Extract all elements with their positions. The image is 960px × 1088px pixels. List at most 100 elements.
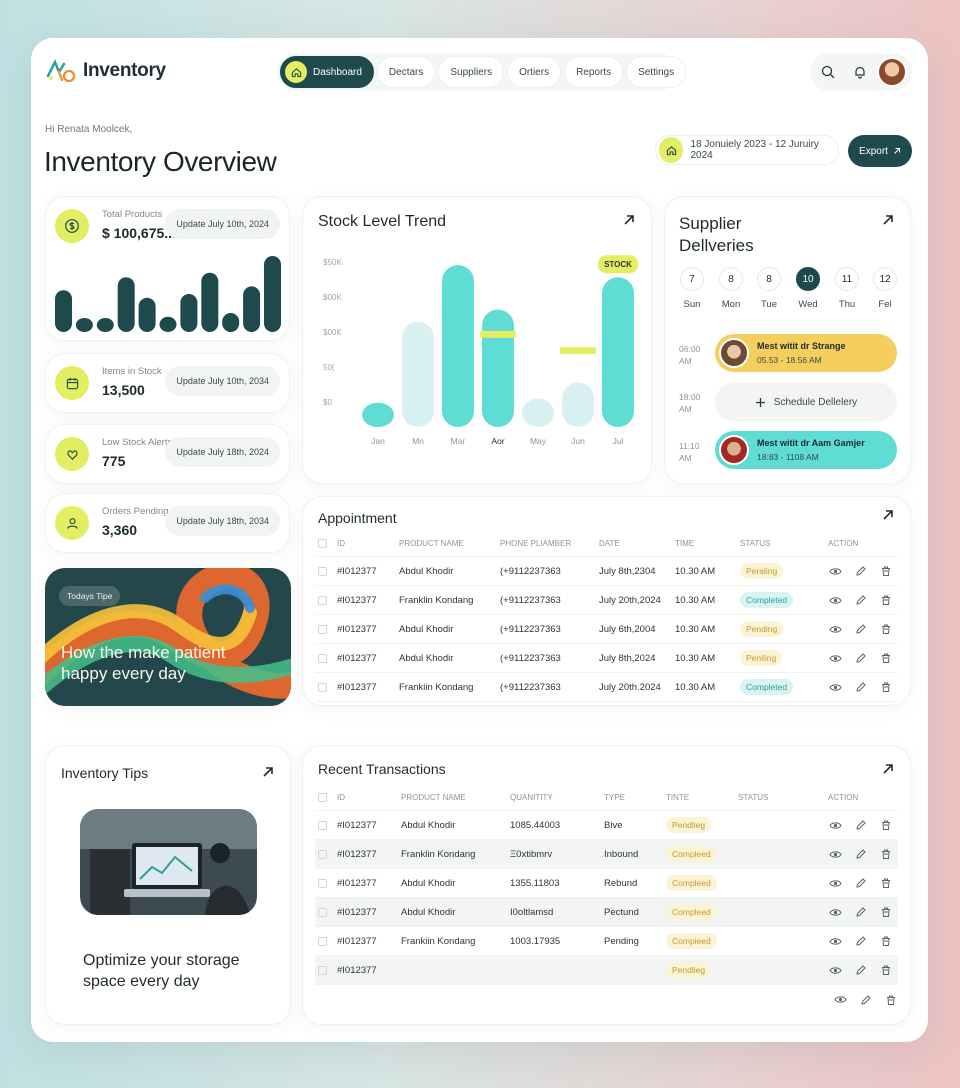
edit-icon[interactable] (853, 963, 868, 978)
table-row[interactable]: #I012377 Frankiin Kondang 1003.17935 Pendin… (315, 927, 898, 956)
view-icon[interactable] (828, 905, 843, 920)
bar-may[interactable] (522, 398, 554, 427)
row-checkbox[interactable] (318, 595, 327, 605)
user-avatar[interactable] (877, 57, 907, 87)
arrow-up-right-icon[interactable] (261, 765, 275, 779)
search-icon[interactable] (813, 57, 843, 87)
row-checkbox[interactable] (318, 624, 327, 634)
table-row[interactable]: #I012377 Abdul Khodir Ι0oltlamsd Pectund Com… (315, 898, 898, 927)
delete-icon[interactable] (878, 963, 893, 978)
export-button[interactable]: Export (848, 135, 912, 167)
table-row[interactable]: #I012377 Abdul Khodir (+9112237363 July 6th… (315, 615, 898, 644)
date-range-picker[interactable]: 18 Jonuiely 2023 - 12 Juruiry 2024 (655, 135, 839, 165)
day-mon[interactable]: 8 Mon (718, 267, 744, 310)
edit-icon[interactable] (853, 905, 868, 920)
bar-mn[interactable] (402, 321, 434, 427)
delete-icon[interactable] (878, 876, 893, 891)
view-icon[interactable] (828, 818, 843, 833)
row-checkbox[interactable] (318, 849, 327, 859)
view-icon[interactable] (828, 847, 843, 862)
view-icon[interactable] (828, 934, 843, 949)
table-row[interactable]: #I012377 Abdul Khodir (+9112237363 July 8th… (315, 644, 898, 673)
edit-icon[interactable] (853, 622, 868, 637)
view-icon[interactable] (828, 651, 843, 666)
view-icon[interactable] (828, 876, 843, 891)
row-checkbox[interactable] (318, 682, 327, 692)
row-checkbox[interactable] (318, 653, 327, 663)
arrow-up-right-icon[interactable] (881, 762, 895, 776)
bar-jan[interactable] (362, 402, 394, 427)
table-row[interactable]: #I012377 Abdul Khodir (+9112237363 July 8th… (315, 557, 898, 586)
row-actions (828, 651, 893, 666)
day-fri[interactable]: 12 Fel (872, 267, 898, 310)
delivery-event[interactable]: Mest witit dr Strange 05.53 - 18.56 AM (715, 334, 897, 372)
nav-item-doctors[interactable]: Dectars (376, 56, 436, 88)
edit-icon[interactable] (853, 651, 868, 666)
delete-icon[interactable] (878, 847, 893, 862)
schedule-delivery-button[interactable]: Schedule Dellelery (715, 383, 897, 421)
table-row[interactable]: #I012377 Abdul Khodir 1355.11803 Rebund Comp… (315, 869, 898, 898)
nav-item-orders[interactable]: Ortiers (507, 56, 562, 88)
arrow-up-right-icon[interactable] (881, 508, 895, 522)
update-button[interactable]: Update July 18th, 2034 (165, 506, 280, 536)
delete-icon[interactable] (878, 622, 893, 637)
nav-item-dashboard[interactable]: Dashboard (280, 56, 374, 88)
row-checkbox[interactable] (318, 936, 327, 946)
table-row[interactable]: #I012377 Franklin Kondang Ξ0xtibmrv Inbound… (315, 840, 898, 869)
view-icon[interactable] (833, 992, 848, 1007)
view-icon[interactable] (828, 622, 843, 637)
edit-icon[interactable] (853, 876, 868, 891)
todays-tip-card[interactable]: Todays Tipe How the make patient happy e… (45, 568, 291, 706)
delete-icon[interactable] (878, 593, 893, 608)
arrow-up-right-icon[interactable] (622, 213, 636, 227)
table-row[interactable]: #I012377 Pendlieg (315, 956, 898, 985)
update-button[interactable]: Update July 10th, 2034 (165, 366, 280, 396)
delete-icon[interactable] (878, 680, 893, 695)
update-button[interactable]: Update July 18th, 2024 (165, 437, 280, 467)
edit-icon[interactable] (853, 934, 868, 949)
table-row[interactable]: #I012377 Franklin Kondang (+9112237363 July… (315, 586, 898, 615)
nav-item-settings[interactable]: Settings (626, 56, 687, 88)
edit-icon[interactable] (853, 593, 868, 608)
delete-icon[interactable] (878, 905, 893, 920)
arrow-up-right-icon[interactable] (881, 213, 895, 227)
view-icon[interactable] (828, 680, 843, 695)
view-icon[interactable] (828, 593, 843, 608)
delete-icon[interactable] (878, 818, 893, 833)
edit-icon[interactable] (853, 847, 868, 862)
row-checkbox[interactable] (318, 820, 327, 830)
day-thu[interactable]: 11 Thu (834, 267, 860, 310)
nav-item-reports[interactable]: Reports (564, 56, 624, 88)
row-checkbox[interactable] (318, 907, 327, 917)
delete-icon[interactable] (878, 564, 893, 579)
bar-mar[interactable] (442, 265, 474, 427)
view-icon[interactable] (828, 963, 843, 978)
nav-item-suppliers[interactable]: Suppliers (438, 56, 505, 88)
edit-icon[interactable] (853, 564, 868, 579)
bar-jun[interactable] (562, 382, 594, 427)
delete-icon[interactable] (883, 992, 898, 1007)
day-wed[interactable]: 10 Wed (795, 267, 821, 310)
row-checkbox[interactable] (318, 878, 327, 888)
brand[interactable]: Inventory (45, 56, 166, 86)
row-checkbox[interactable] (318, 965, 327, 975)
view-icon[interactable] (828, 564, 843, 579)
delivery-event[interactable]: Mest witit dr Aam Gamjer 18:83 - 1108 AM (715, 431, 897, 469)
table-row[interactable]: #I012377 Abdul Khodir 1085.44003 Bive Pendli… (315, 811, 898, 840)
day-tue[interactable]: 8 Tue (756, 267, 782, 310)
bar-jul[interactable] (602, 277, 634, 427)
edit-icon[interactable] (853, 818, 868, 833)
bar-aor[interactable] (482, 309, 514, 427)
day-sun[interactable]: 7 Sun (679, 267, 705, 310)
row-checkbox[interactable] (318, 566, 327, 576)
edit-icon[interactable] (853, 680, 868, 695)
delete-icon[interactable] (878, 934, 893, 949)
cell-quantity: 1085.44003 (510, 819, 561, 831)
bell-icon[interactable] (845, 57, 875, 87)
select-all-checkbox[interactable] (318, 793, 327, 802)
select-all-checkbox[interactable] (318, 539, 327, 548)
delete-icon[interactable] (878, 651, 893, 666)
table-row[interactable]: #I012377 Frankiin Kondang (+9112237363 July… (315, 673, 898, 702)
edit-icon[interactable] (858, 992, 873, 1007)
update-button[interactable]: Update July 10th, 2024 (165, 209, 280, 239)
